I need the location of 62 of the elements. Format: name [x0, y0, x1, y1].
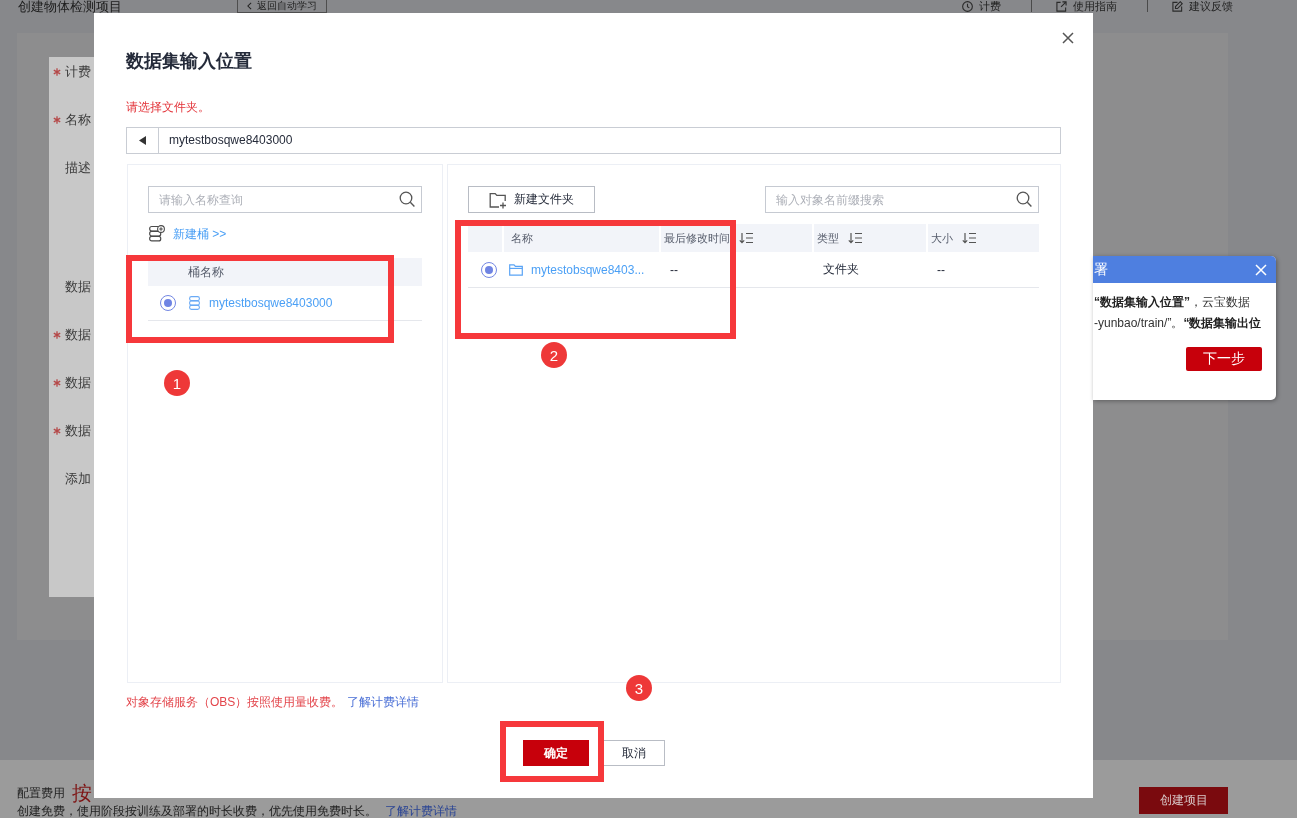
search-icon	[1016, 191, 1032, 207]
field-label: 计费	[65, 64, 91, 80]
path-field[interactable]: mytestbosqwe8403000	[126, 127, 1061, 154]
field-label: 描述	[65, 160, 91, 176]
table-cell: --	[670, 262, 678, 277]
edit-icon	[1172, 0, 1183, 12]
billing-note: 对象存储服务（OBS）按照使用量收费。	[126, 694, 344, 710]
confirm-button[interactable]: 确定	[522, 740, 589, 766]
bucket-link[interactable]: mytestbosqwe8403000	[209, 295, 333, 311]
close-icon	[1062, 32, 1074, 44]
billing-link[interactable]: 了解计费详情	[347, 694, 420, 710]
table-cell: --	[937, 262, 945, 277]
page-title: 创建物体检测项目	[18, 0, 122, 13]
pricing-link[interactable]: 了解计费详情	[385, 804, 457, 818]
new-folder-button[interactable]: 新建文件夹	[468, 186, 595, 213]
new-bucket-link[interactable]: 新建桶 >>	[173, 225, 227, 242]
column-header: 桶名称	[188, 263, 224, 281]
sort-icon[interactable]	[739, 232, 753, 244]
cancel-button[interactable]: 取消	[602, 740, 665, 766]
sort-icon[interactable]	[848, 232, 862, 244]
column-header: 大小	[931, 230, 953, 246]
folder-link[interactable]: mytestobsqwe8403...	[531, 261, 645, 278]
field-label: 数据	[65, 423, 91, 439]
column-header: 类型	[817, 230, 839, 246]
clock-icon	[962, 0, 973, 12]
header-link[interactable]: 计费	[962, 0, 1001, 12]
field-label: 添加	[65, 471, 91, 487]
hint-text: 请选择文件夹。	[126, 99, 210, 115]
next-button[interactable]: 下一步	[1186, 347, 1262, 371]
field-label: 数据	[65, 327, 91, 343]
path-text: mytestbosqwe8403000	[168, 132, 293, 149]
column-header: 名称	[511, 230, 533, 246]
field-label: 数据	[65, 279, 91, 295]
popover-title: 署	[1094, 260, 1108, 279]
pricing-label: 配置费用	[17, 784, 65, 802]
pricing-note: 创建免费，使用阶段按训练及部署的时长收费，优先使用免费时长。	[17, 804, 377, 818]
create-project-button[interactable]: 创建项目	[1139, 787, 1228, 814]
caret-left-icon	[139, 136, 146, 145]
close-icon	[1255, 263, 1267, 276]
field-label: 名称	[65, 112, 91, 128]
search-field[interactable]: 输入对象名前缀搜索	[765, 186, 1039, 213]
database-add-icon	[149, 225, 165, 242]
dialog-title: 数据集输入位置	[126, 50, 252, 73]
folder-icon	[509, 263, 523, 276]
database-icon	[189, 296, 200, 310]
header-link[interactable]: 使用指南	[1056, 0, 1117, 12]
popover-text: “数据集输入位置”，云宝数据	[1094, 294, 1250, 311]
popover-text: -yunbao/train/”。“数据集输出位	[1094, 315, 1262, 332]
sort-icon[interactable]	[962, 232, 976, 244]
field-label: 数据	[65, 375, 91, 391]
chevron-left-icon	[247, 2, 252, 10]
column-header: 最后修改时间	[664, 230, 730, 246]
close-button[interactable]	[1062, 32, 1074, 44]
external-link-icon	[1056, 0, 1067, 12]
pricing-value: 按	[72, 782, 92, 804]
search-icon	[399, 191, 415, 207]
search-field[interactable]: 请输入名称查询	[148, 186, 422, 213]
header-link[interactable]: 建议反馈	[1172, 0, 1233, 12]
table-cell: 文件夹	[823, 261, 859, 278]
folder-plus-icon	[489, 190, 507, 209]
radio-button[interactable]	[481, 261, 497, 278]
radio-button[interactable]	[160, 295, 176, 311]
